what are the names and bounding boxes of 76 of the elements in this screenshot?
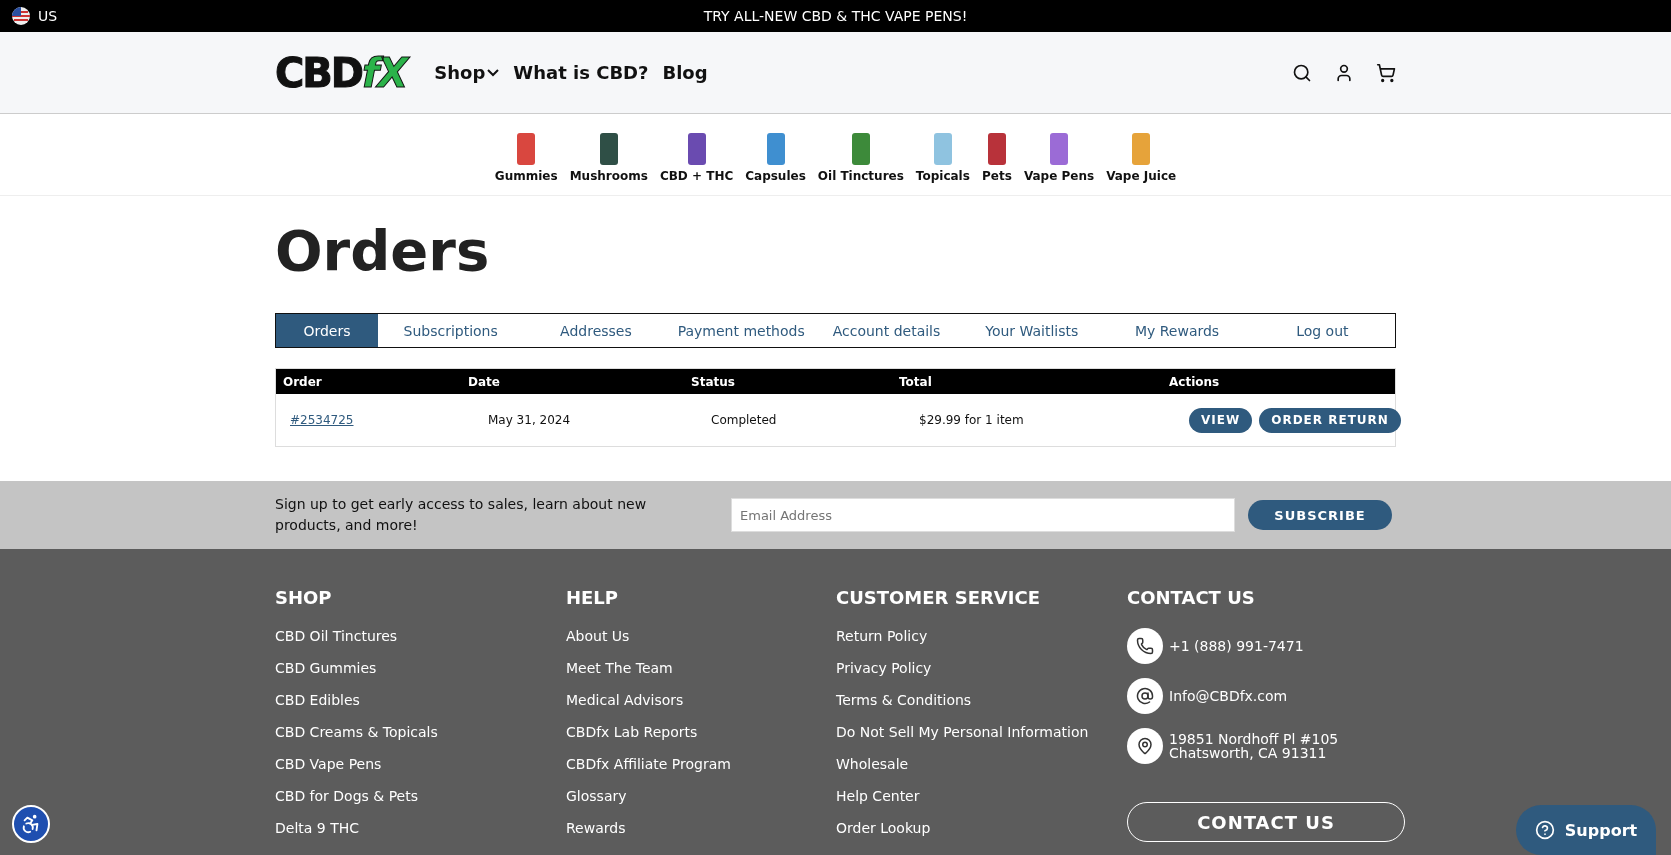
nav-link[interactable]: Blog [662,62,708,83]
nav-link[interactable]: What is CBD? [513,62,649,83]
page-title: Orders [275,218,491,283]
contact-text[interactable]: Info@CBDfx.com [1169,689,1288,703]
contact-text[interactable]: 19851 Nordhoff Pl #105 Chatsworth, CA 91311 [1169,732,1339,760]
footer-link[interactable]: CBD Gummies [275,660,566,676]
category-link[interactable]: Topicals [915,129,970,183]
contact-text[interactable]: +1 (888) 991-7471 [1169,639,1304,653]
footer-link[interactable]: Privacy Policy [836,660,1127,676]
tab[interactable]: Addresses [523,314,669,347]
subscribe-button[interactable]: SUBSCRIBE [1248,500,1392,530]
logo[interactable]: CBDfX [275,49,407,96]
footer-link[interactable]: CBD for Dogs & Pets [275,788,566,804]
column-header: Actions [1169,374,1221,389]
category-link[interactable]: Vape Juice [1106,129,1177,183]
cart-icon[interactable] [1376,62,1396,83]
footer-link[interactable]: Rewards [566,820,836,836]
tab[interactable]: Log out [1249,314,1395,347]
category-link[interactable]: Oil Tinctures [817,129,904,183]
tab[interactable]: Orders [276,314,378,347]
column-header: Date [468,374,501,389]
phone-icon [1127,628,1163,664]
action-button[interactable]: ORDER RETURN [1259,407,1401,433]
footer-heading: CONTACT US [1127,587,1256,608]
address-icon [1127,728,1163,764]
footer-link[interactable]: CBD Creams & Topicals [275,724,566,740]
footer-link[interactable]: Return Policy [836,628,1127,644]
nav-link[interactable]: Shop [434,62,500,83]
footer-link[interactable]: Help Center [836,788,1127,804]
footer-link[interactable]: CBDfx Affiliate Program [566,756,836,772]
category-link[interactable]: Gummies [494,129,558,183]
footer-link[interactable]: Medical Advisors [566,692,836,708]
footer-link[interactable]: CBD Vape Pens [275,756,566,772]
footer-link[interactable]: Glossary [566,788,836,804]
tab[interactable]: Subscriptions [378,314,524,347]
tab[interactable]: My Rewards [1104,314,1250,347]
support-button[interactable]: Support [1516,805,1656,855]
tab[interactable]: Your Waitlists [959,314,1105,347]
footer-link[interactable]: Delta 9 THC [275,820,566,836]
column-header: Total [899,374,933,389]
table-cell-text: $29.99 for 1 item [919,413,1025,427]
category-link[interactable]: Vape Pens [1023,129,1095,183]
flag-icon [12,7,30,25]
category-link[interactable]: Capsules [745,129,806,183]
footer-link[interactable]: Order Lookup [836,820,1127,836]
order-link[interactable]: #2534725 [290,413,354,427]
footer-heading: HELP [566,587,620,608]
tab[interactable]: Payment methods [668,314,814,347]
tab[interactable]: Account details [813,314,960,347]
promo-text[interactable]: TRY ALL-NEW CBD & THC VAPE PENS! [703,8,968,24]
category-link[interactable]: CBD + THC [659,129,734,183]
footer-heading: SHOP [275,587,333,608]
signup-text: Sign up to get early access to sales, learn about new products, and more! [275,495,648,535]
help-icon [1534,820,1555,840]
category-link[interactable]: Mushrooms [569,129,648,183]
column-header: Status [691,374,736,389]
footer-link[interactable]: Wholesale [836,756,1127,772]
footer-link[interactable]: Terms & Conditions [836,692,1127,708]
footer-link[interactable]: CBDfx Lab Reports [566,724,836,740]
email-field[interactable]: Email Address [731,498,1235,532]
category-link[interactable]: Pets [981,129,1012,183]
action-button[interactable]: VIEW [1189,407,1253,433]
table-cell-text: Completed [711,413,778,427]
search-icon[interactable] [1292,62,1312,83]
footer-link[interactable]: About Us [566,628,836,644]
footer-heading: CUSTOMER SERVICE [836,587,1041,608]
footer-link[interactable]: CBD Oil Tinctures [275,628,566,644]
account-icon[interactable] [1334,62,1354,83]
table-cell-text: May 31, 2024 [488,413,572,427]
footer-link[interactable]: Do Not Sell My Personal Information [836,724,1127,740]
chevron-icon [487,68,500,77]
column-header: Order [283,374,323,389]
region-label[interactable]: US [38,8,58,24]
footer-link[interactable]: CBD Edibles [275,692,566,708]
email-icon [1127,678,1163,714]
footer-link[interactable]: Meet The Team [566,660,836,676]
